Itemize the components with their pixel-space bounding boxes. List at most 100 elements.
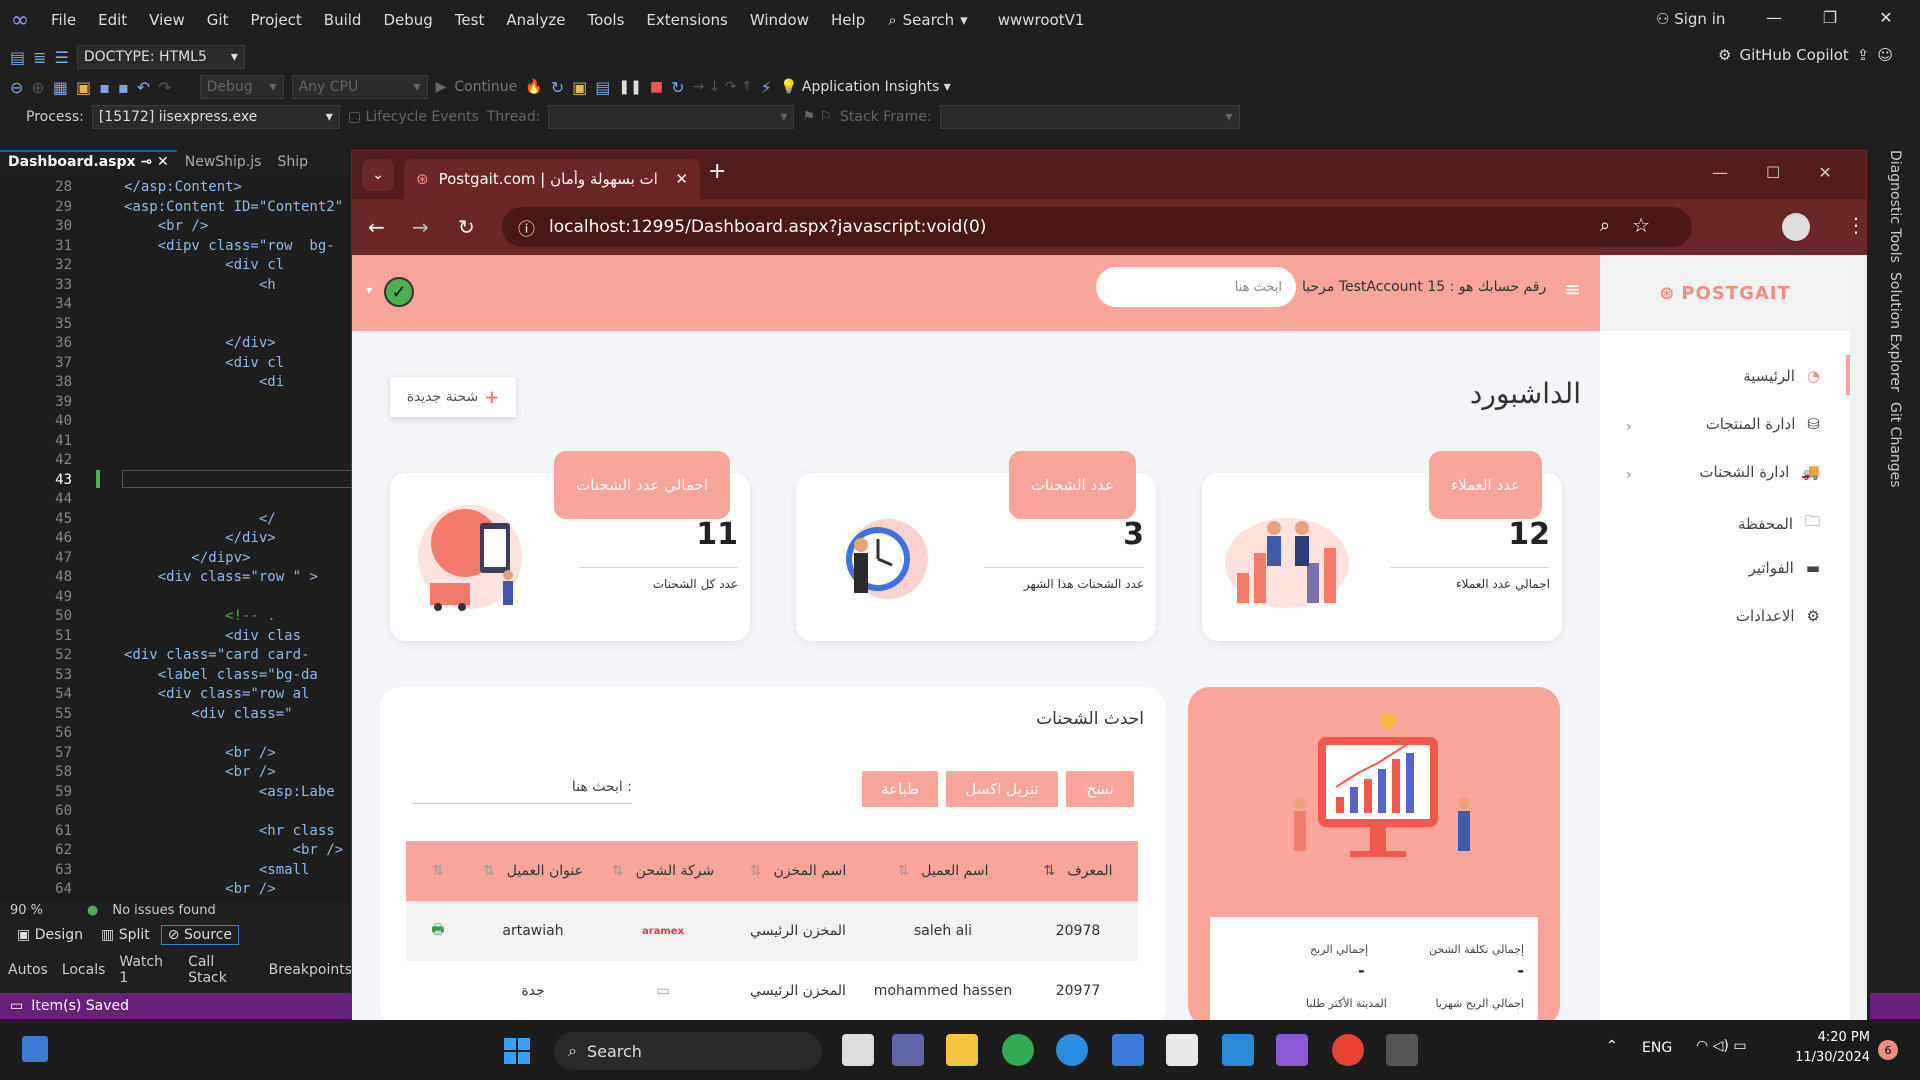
col-actions[interactable]: ⇅ <box>408 863 468 879</box>
new-tab-button[interactable]: + <box>708 159 726 184</box>
print-button[interactable]: طباعة <box>862 771 938 807</box>
menu-window[interactable]: Window <box>739 11 820 29</box>
chevron-up-icon[interactable]: ⌃ <box>1606 1038 1618 1054</box>
menu-git[interactable]: Git <box>196 11 240 29</box>
calculator-icon[interactable] <box>1386 1034 1418 1066</box>
copilot-button[interactable]: ⚙ GitHub Copilot ⇪ ☺ <box>1718 46 1893 64</box>
menu-view[interactable]: View <box>138 11 196 29</box>
menu-test[interactable]: Test <box>444 11 496 29</box>
copy-button[interactable]: نسخ <box>1066 771 1134 807</box>
nav-products[interactable]: ⛁ ادارة المنتجات <box>1706 415 1820 433</box>
restart-debug-icon[interactable]: ↻ <box>671 78 684 97</box>
code-editor[interactable]: 28 </asp:Content> 29 <asp:Content ID="Conte… <box>0 175 352 899</box>
menu-tools[interactable]: Tools <box>576 11 635 29</box>
visual-studio-logo-icon[interactable]: ∞ <box>0 0 40 40</box>
chrome-icon[interactable] <box>1002 1034 1034 1066</box>
forward-arrow-icon[interactable]: → <box>412 215 429 239</box>
menu-debug[interactable]: Debug <box>372 11 443 29</box>
tab-breakpoints[interactable]: Breakpoints <box>269 962 352 978</box>
menu-extensions[interactable]: Extensions <box>635 11 738 29</box>
widgets-icon[interactable] <box>22 1036 48 1062</box>
teams-icon[interactable] <box>892 1034 924 1066</box>
process-dropdown[interactable]: [15172] iisexpress.exe ▾ <box>91 105 340 129</box>
flag-icon[interactable]: ⚑ ⚐ <box>802 109 832 125</box>
tab-newship-js[interactable]: NewShip.js <box>177 152 270 172</box>
continue-button[interactable]: Continue <box>454 79 517 95</box>
nav-wallet[interactable]: 🗀 المحفظة <box>1738 511 1820 536</box>
tab-locals[interactable]: Locals <box>62 962 106 978</box>
page-scrollbar[interactable] <box>1850 255 1867 1021</box>
issues-status[interactable]: No issues found <box>112 903 215 918</box>
col-id[interactable]: المعرف ⇅ <box>1018 863 1138 879</box>
menu-dots-icon[interactable]: ⋮ <box>1846 213 1866 237</box>
col-address[interactable]: عنوان العميل ⇅ <box>468 863 598 879</box>
doctype-dropdown[interactable]: DOCTYPE: HTML5 ▾ <box>76 45 245 69</box>
col-store[interactable]: اسم المخزن ⇅ <box>728 863 868 879</box>
language-indicator[interactable]: ENG <box>1642 1040 1672 1056</box>
thread-dropdown[interactable]: ▾ <box>548 105 795 129</box>
source-tab[interactable]: ⊘ Source <box>160 925 240 945</box>
git-changes-tab[interactable]: Git Changes <box>1887 402 1903 488</box>
close-button[interactable]: ✕ <box>1818 163 1831 182</box>
stop-icon[interactable]: ■ <box>650 79 663 95</box>
snipping-tool-icon[interactable] <box>1166 1034 1198 1066</box>
open-folder-icon[interactable]: ▣ <box>76 78 91 97</box>
diagnostic-tools-tab[interactable]: Diagnostic Tools <box>1887 150 1903 263</box>
reload-icon[interactable]: ↻ <box>458 215 475 239</box>
search-button[interactable]: ⌕ Search ▾ <box>888 11 967 29</box>
sign-in-button[interactable]: ⚇ Sign in <box>1656 10 1725 28</box>
close-button[interactable]: ✕ <box>1858 8 1914 27</box>
forward-icon[interactable]: ⊕ <box>31 78 44 97</box>
zoom-dropdown[interactable]: 90 % <box>10 903 43 918</box>
minimize-button[interactable]: — <box>1712 163 1728 182</box>
menu-analyze[interactable]: Analyze <box>495 11 576 29</box>
back-arrow-icon[interactable]: ← <box>368 215 385 239</box>
nav-home[interactable]: ◔ الرئيسية <box>1743 367 1820 385</box>
table-search-input[interactable]: ابحث هنا : <box>412 779 632 804</box>
solution-explorer-tab[interactable]: Solution Explorer <box>1887 272 1903 392</box>
save-icon[interactable]: ▪ <box>99 78 110 97</box>
document-outline-icon[interactable]: ▤ <box>10 48 25 67</box>
pause-icon[interactable]: ❚❚ <box>618 79 641 95</box>
feedback-icon[interactable]: ☺ <box>1877 46 1893 64</box>
col-carrier[interactable]: شركة الشحن ⇅ <box>598 863 728 879</box>
hamburger-menu-icon[interactable]: ≡ <box>1564 277 1581 301</box>
tab-autos[interactable]: Autos <box>8 962 48 978</box>
folder-icon[interactable]: ▣ <box>572 78 587 97</box>
wifi-icon[interactable]: ◠ ◁) ▭ <box>1696 1038 1747 1054</box>
menu-help[interactable]: Help <box>820 11 876 29</box>
print-icon[interactable]: 🖶 <box>408 919 468 943</box>
visual-studio-icon[interactable] <box>1276 1034 1308 1066</box>
nav-shipments[interactable]: 🚚 ادارة الشحنات <box>1699 463 1820 481</box>
tab-list-button[interactable]: ⌄ <box>362 159 394 191</box>
site-info-icon[interactable]: ⓘ <box>518 215 535 240</box>
pin-icon[interactable]: ⊸ <box>140 154 152 170</box>
profile-avatar[interactable] <box>1782 213 1810 241</box>
app-insights-button[interactable]: 💡 Application Insights ▾ <box>780 79 951 95</box>
clock[interactable]: 4:20 PM 11/30/2024 <box>1795 1028 1870 1068</box>
table-row[interactable]: 20977 mohammed hassen المخزن الرئيسي ▭ ج… <box>406 961 1138 1021</box>
maximize-button[interactable]: ☐ <box>1766 163 1780 182</box>
chevron-down-icon[interactable]: ▾ <box>366 283 372 297</box>
hot-reload-icon[interactable]: 🔥 <box>525 79 542 95</box>
taskbar-search[interactable]: ⌕ Search <box>554 1032 822 1070</box>
menu-build[interactable]: Build <box>313 11 373 29</box>
notepad-icon[interactable] <box>1112 1034 1144 1066</box>
edge-icon[interactable] <box>1056 1034 1088 1066</box>
save-all-icon[interactable]: ▪ <box>118 78 129 97</box>
redo-icon[interactable]: ↷ <box>158 78 171 97</box>
tab-watch[interactable]: Watch 1 <box>119 954 174 986</box>
chrome-profile-icon[interactable] <box>1332 1034 1364 1066</box>
layout-icon[interactable]: ▤ <box>595 78 610 97</box>
close-tab-icon[interactable]: ✕ <box>675 170 688 188</box>
status-check-icon[interactable]: ✓ <box>384 277 414 307</box>
tab-ship[interactable]: Ship <box>269 152 316 172</box>
nav-invoices[interactable]: ▬ الفواتير <box>1749 559 1820 577</box>
back-icon[interactable]: ⊖ <box>10 78 23 97</box>
col-customer[interactable]: اسم العميل ⇅ <box>868 863 1018 879</box>
start-button[interactable] <box>504 1038 530 1064</box>
header-search-input[interactable]: ابحث هنا <box>1096 267 1296 307</box>
design-tab[interactable]: ▣ Design <box>10 925 90 945</box>
nav-settings[interactable]: ⚙ الاعدادات <box>1736 607 1820 625</box>
file-explorer-icon[interactable] <box>946 1034 978 1066</box>
